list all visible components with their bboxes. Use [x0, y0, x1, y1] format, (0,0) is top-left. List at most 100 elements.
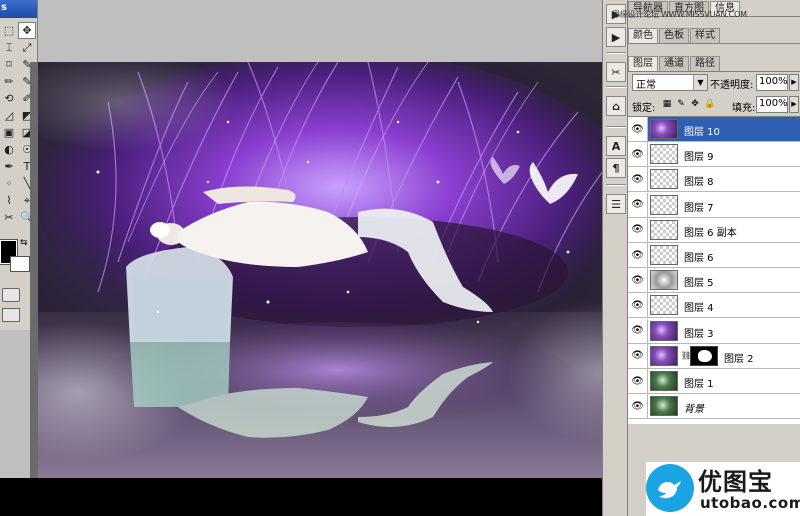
layer-row[interactable]: 👁 图层 6 副本: [628, 217, 800, 243]
visibility-eye-icon[interactable]: 👁: [628, 318, 648, 343]
layer-name: 背景: [684, 404, 704, 416]
tool-button[interactable]: ⌇: [0, 192, 18, 209]
toolbox-title[interactable]: s: [0, 0, 37, 18]
layer-list: 👁 图层 10 👁 图层 9 👁 图层 8 👁 图层 7 👁 图层 6 副本 👁 图层 6 👁 图层 5 👁…: [628, 116, 800, 424]
layer-row[interactable]: 👁 图层 9: [628, 142, 800, 168]
visibility-eye-icon[interactable]: 👁: [628, 293, 648, 318]
layer-row[interactable]: 👁 图层 3: [628, 318, 800, 344]
tool-button[interactable]: ⤢: [18, 39, 36, 56]
visibility-eye-icon[interactable]: 👁: [628, 394, 648, 419]
lock-all-icon[interactable]: 🔒: [704, 99, 715, 110]
watermark-text: 思缘设计论坛 WWW.MISSVUAN.COM: [612, 10, 747, 19]
blend-mode-value: 正常: [636, 80, 656, 91]
brushes-dock-button[interactable]: ⌂: [606, 96, 626, 116]
layer-row[interactable]: 👁 图层 1: [628, 369, 800, 394]
tool-button[interactable]: ◐: [0, 141, 18, 158]
document-canvas[interactable]: [38, 62, 624, 478]
document-status-area: [0, 478, 624, 516]
layer-row[interactable]: 👁 图层 10: [628, 117, 800, 142]
fill-slider-arrow-icon[interactable]: ▶: [789, 96, 799, 113]
quick-mask-button[interactable]: [2, 288, 20, 302]
layer-row[interactable]: 👁 图层 8: [628, 167, 800, 193]
tool-button[interactable]: ⌶: [0, 39, 18, 56]
opacity-label: 不透明度:: [710, 80, 754, 91]
tab-layers[interactable]: 图层: [628, 56, 658, 71]
histogram-dock-button[interactable]: ▶: [606, 27, 626, 47]
layer-name: 图层 1: [684, 379, 714, 390]
layer-row[interactable]: 👁 背景: [628, 394, 800, 420]
layer-name: 图层 2: [724, 353, 754, 365]
layer-thumbnail: [650, 295, 678, 316]
opacity-input[interactable]: 100%: [756, 74, 788, 91]
visibility-eye-icon[interactable]: 👁: [628, 343, 648, 368]
chevron-down-icon[interactable]: ▼: [693, 75, 707, 90]
layer-comps-dock-button[interactable]: ☰: [606, 194, 626, 214]
visibility-eye-icon[interactable]: 👁: [628, 167, 648, 192]
canvas-frame: [30, 62, 38, 478]
character-dock-button[interactable]: A: [606, 136, 626, 156]
layer-thumbnail: [650, 245, 678, 265]
layer-row[interactable]: 👁 图层 5: [628, 268, 800, 294]
layer-thumbnail: [650, 144, 678, 165]
tool-button[interactable]: ⌑: [0, 56, 18, 73]
tab-color[interactable]: 颜色: [628, 28, 658, 43]
visibility-eye-icon[interactable]: 👁: [628, 117, 648, 141]
layer-mask-thumbnail[interactable]: [690, 345, 718, 366]
tool-button[interactable]: ◦: [0, 175, 18, 192]
layer-thumbnail: [650, 345, 678, 366]
tab-swatches[interactable]: 色板: [659, 28, 689, 43]
layer-thumbnail: [650, 270, 678, 291]
swap-colors-icon[interactable]: ⇆: [20, 238, 28, 248]
layer-thumbnail: [650, 219, 678, 240]
visibility-eye-icon[interactable]: 👁: [628, 268, 648, 293]
tool-button[interactable]: ⬚: [0, 22, 18, 39]
layer-thumbnail: [650, 371, 678, 391]
layer-row[interactable]: 👁 ⛓ 图层 2: [628, 343, 800, 369]
lock-position-icon[interactable]: ✥: [690, 99, 700, 110]
tool-row: ⬚ ✥: [0, 22, 36, 39]
document-window-background: [38, 0, 602, 62]
visibility-eye-icon[interactable]: 👁: [628, 369, 648, 393]
tab-paths[interactable]: 路径: [690, 56, 720, 71]
layer-row[interactable]: 👁 图层 6: [628, 243, 800, 268]
screen-mode-button[interactable]: [2, 308, 20, 322]
background-color-swatch[interactable]: [10, 256, 30, 272]
mask-shape: [698, 349, 712, 362]
blend-mode-select[interactable]: 正常 ▼: [632, 74, 708, 91]
layer-thumbnail: [650, 320, 678, 341]
visibility-eye-icon[interactable]: 👁: [628, 142, 648, 167]
visibility-eye-icon[interactable]: 👁: [628, 243, 648, 267]
tool-button[interactable]: ✥: [18, 22, 36, 39]
tool-button[interactable]: ⟲: [0, 90, 18, 107]
panels-column: 导航器 直方图 信息 颜色 色板 样式 图层 通道 路径 正常 ▼ 不透明度: …: [628, 0, 800, 516]
layer-thumbnail: [650, 194, 678, 215]
panel-dock: ▶ ▶ ✂ ⌂ A ¶ ☰: [602, 0, 628, 516]
layer-thumbnail: [650, 169, 678, 190]
layer-row[interactable]: 👁 图层 4: [628, 293, 800, 319]
layer-name: 图层 6: [684, 253, 714, 264]
layers-panel-tabs: 图层 通道 路径: [628, 55, 800, 72]
lock-pixels-icon[interactable]: ✎: [676, 99, 686, 110]
lock-label: 锁定:: [632, 103, 656, 114]
tool-button[interactable]: ▣: [0, 124, 18, 141]
visibility-eye-icon[interactable]: 👁: [628, 192, 648, 217]
dock-separator: [606, 126, 626, 128]
layer-name: 图层 3: [684, 328, 714, 340]
fill-input[interactable]: 100%: [756, 96, 788, 113]
tool-button[interactable]: ✏: [0, 73, 18, 90]
tab-channels[interactable]: 通道: [659, 56, 689, 71]
tab-styles[interactable]: 样式: [690, 28, 720, 43]
layer-row[interactable]: 👁 图层 7: [628, 192, 800, 218]
lock-transparency-icon[interactable]: ▦: [662, 99, 672, 110]
opacity-slider-arrow-icon[interactable]: ▶: [789, 74, 799, 91]
logo-domain-text: utobao.com: [700, 494, 800, 512]
tool-button[interactable]: ✒: [0, 158, 18, 175]
tool-button[interactable]: ◿: [0, 107, 18, 124]
paragraph-dock-button[interactable]: ¶: [606, 158, 626, 178]
layer-name: 图层 4: [684, 303, 714, 315]
utobao-logo: 优图宝 utobao.com: [646, 462, 800, 516]
visibility-eye-icon[interactable]: 👁: [628, 217, 648, 242]
layer-name: 图层 5: [684, 278, 714, 290]
tool-presets-dock-button[interactable]: ✂: [606, 62, 626, 82]
tool-button[interactable]: ✂: [0, 209, 18, 226]
